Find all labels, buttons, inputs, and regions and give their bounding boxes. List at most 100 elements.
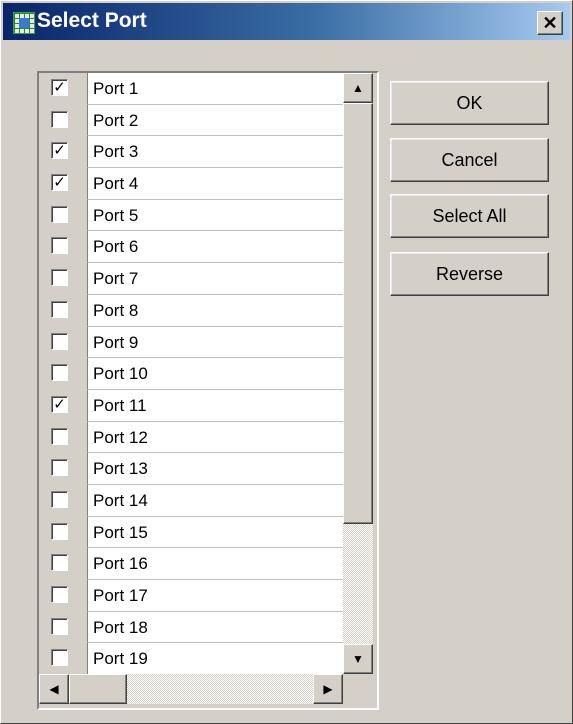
check-icon: ✓ (53, 79, 66, 96)
port-label: Port 13 (93, 459, 148, 479)
port-label-cell: Port 19 (87, 643, 343, 674)
port-checkbox[interactable] (51, 490, 68, 508)
horizontal-scroll-thumb[interactable] (69, 674, 127, 704)
checkbox-cell (39, 421, 87, 454)
port-label-cell: Port 12 (87, 421, 343, 454)
port-label: Port 10 (93, 364, 148, 384)
port-label: Port 3 (93, 142, 139, 162)
port-label: Port 7 (93, 269, 139, 289)
port-label: Port 8 (93, 300, 139, 320)
port-label-cell: Port 3 (87, 136, 343, 169)
ok-button[interactable]: OK (390, 81, 549, 125)
port-label-cell: Port 8 (87, 294, 343, 327)
port-checkbox[interactable]: ✓ (51, 395, 68, 413)
list-item[interactable]: Port 12 (39, 421, 343, 454)
port-label-cell: Port 15 (87, 516, 343, 549)
horizontal-scrollbar[interactable]: ◀ ▶ (39, 674, 343, 704)
list-item[interactable]: Port 2 (39, 104, 343, 137)
port-label: Port 1 (93, 79, 139, 98)
select-port-dialog: Select Port ✕ ✓ Port 1 Port 2 ✓ Port 3 ✓ Port … (0, 0, 573, 724)
reverse-button[interactable]: Reverse (390, 252, 549, 296)
list-item[interactable]: ✓ Port 11 (39, 389, 343, 422)
port-label: Port 5 (93, 205, 139, 225)
window-title: Select Port (37, 9, 147, 32)
cancel-button[interactable]: Cancel (390, 138, 549, 182)
list-item[interactable]: ✓ Port 1 (39, 73, 343, 105)
port-label: Port 4 (93, 174, 139, 194)
scroll-down-button[interactable]: ▼ (343, 644, 373, 674)
list-item[interactable]: Port 13 (39, 453, 343, 485)
checkbox-cell (39, 516, 87, 549)
list-item[interactable]: Port 9 (39, 326, 343, 359)
scroll-right-button[interactable]: ▶ (313, 674, 343, 704)
checkbox-cell (39, 263, 87, 295)
port-checkbox[interactable] (51, 205, 68, 223)
port-checkbox[interactable]: ✓ (51, 142, 68, 160)
port-checkbox[interactable] (51, 586, 68, 603)
arrow-up-icon: ▲ (352, 81, 364, 95)
list-item[interactable]: ✓ Port 4 (39, 168, 343, 200)
port-checkbox[interactable] (51, 617, 68, 635)
checkbox-cell (39, 548, 87, 580)
list-item[interactable]: Port 19 (39, 643, 343, 674)
port-label-cell: Port 4 (87, 168, 343, 200)
port-checkbox[interactable] (51, 237, 68, 255)
port-label-cell: Port 18 (87, 611, 343, 644)
vertical-scroll-thumb[interactable] (343, 103, 373, 524)
port-checkbox[interactable]: ✓ (51, 79, 68, 96)
list-item[interactable]: ✓ Port 3 (39, 136, 343, 169)
list-item[interactable]: Port 16 (39, 548, 343, 580)
port-label-cell: Port 17 (87, 580, 343, 612)
port-checkbox[interactable] (51, 269, 68, 287)
close-icon: ✕ (542, 13, 558, 33)
list-item[interactable]: Port 7 (39, 263, 343, 295)
arrow-down-icon: ▼ (352, 652, 364, 666)
port-checkbox[interactable] (51, 522, 68, 540)
checkbox-cell (39, 294, 87, 327)
port-label: Port 15 (93, 522, 148, 542)
port-checkbox[interactable] (51, 649, 68, 667)
list-item[interactable]: Port 14 (39, 484, 343, 517)
port-checkbox[interactable] (51, 110, 68, 128)
port-checkbox[interactable] (51, 364, 68, 382)
list-item[interactable]: Port 15 (39, 516, 343, 549)
port-label: Port 17 (93, 586, 148, 605)
port-label-cell: Port 2 (87, 104, 343, 137)
arrow-left-icon: ◀ (49, 682, 59, 696)
port-label: Port 9 (93, 332, 139, 352)
vertical-scrollbar[interactable]: ▲ ▼ (343, 73, 373, 674)
port-list: ✓ Port 1 Port 2 ✓ Port 3 ✓ Port 4 Port 5 Port 6 P… (37, 71, 379, 710)
port-checkbox[interactable] (51, 332, 68, 350)
port-checkbox[interactable] (51, 459, 68, 477)
list-item[interactable]: Port 10 (39, 358, 343, 390)
checkbox-cell (39, 358, 87, 390)
checkbox-cell: ✓ (39, 136, 87, 169)
list-item[interactable]: Port 17 (39, 580, 343, 612)
port-checkbox[interactable]: ✓ (51, 174, 68, 192)
checkbox-cell (39, 484, 87, 517)
port-label: Port 19 (93, 649, 148, 669)
close-button[interactable]: ✕ (537, 11, 563, 35)
title-bar[interactable]: Select Port ✕ (3, 3, 570, 40)
list-item[interactable]: Port 8 (39, 294, 343, 327)
select-all-button[interactable]: Select All (390, 194, 549, 238)
port-label-cell: Port 5 (87, 199, 343, 232)
checkbox-cell (39, 580, 87, 612)
port-checkbox[interactable] (51, 427, 68, 445)
list-item[interactable]: Port 6 (39, 231, 343, 264)
port-checkbox[interactable] (51, 554, 68, 572)
list-item[interactable]: Port 5 (39, 199, 343, 232)
scroll-up-button[interactable]: ▲ (343, 73, 373, 103)
port-checkbox[interactable] (51, 300, 68, 318)
list-item[interactable]: Port 18 (39, 611, 343, 644)
checkbox-cell (39, 104, 87, 137)
checkbox-cell (39, 611, 87, 644)
scroll-left-button[interactable]: ◀ (39, 674, 69, 704)
port-label-cell: Port 10 (87, 358, 343, 390)
port-label: Port 6 (93, 237, 139, 257)
arrow-right-icon: ▶ (323, 682, 333, 696)
checkbox-cell: ✓ (39, 389, 87, 422)
check-icon: ✓ (53, 142, 66, 160)
check-icon: ✓ (53, 395, 66, 413)
checkbox-cell (39, 453, 87, 485)
